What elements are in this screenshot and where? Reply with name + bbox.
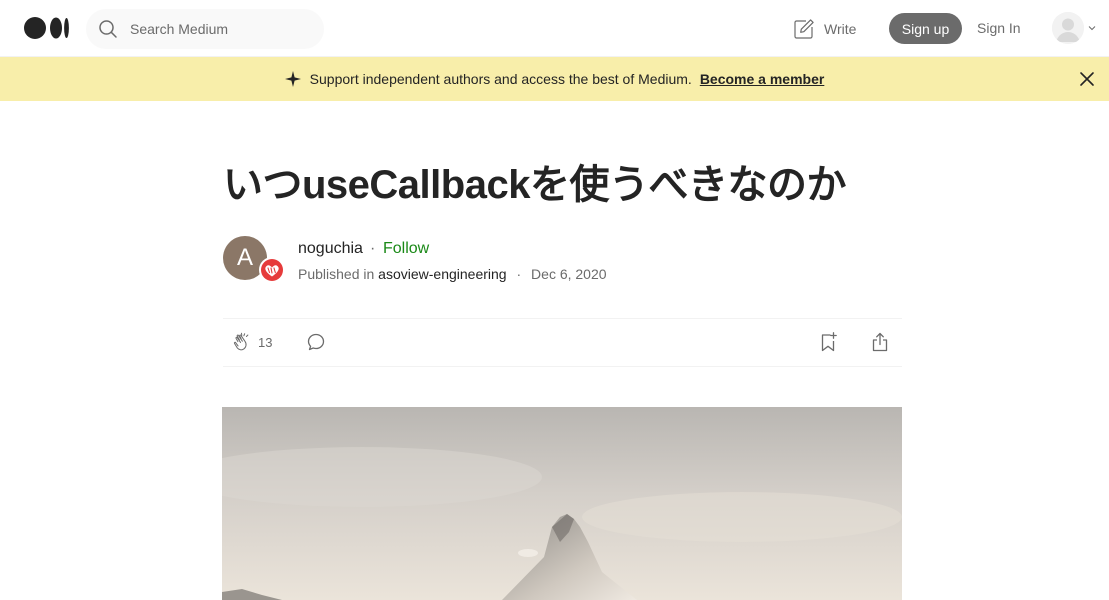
publication-badge-icon[interactable] xyxy=(259,257,285,283)
banner-text: Support independent authors and access t… xyxy=(309,71,692,87)
search-input[interactable] xyxy=(130,9,316,49)
publication-link[interactable]: asoview-engineering xyxy=(378,266,506,282)
user-avatar-icon xyxy=(1052,12,1084,44)
medium-logo[interactable] xyxy=(24,16,70,40)
user-menu[interactable] xyxy=(1052,12,1100,44)
membership-banner: Support independent authors and access t… xyxy=(0,57,1109,101)
sign-up-button[interactable]: Sign up xyxy=(889,13,962,44)
chevron-down-icon xyxy=(1088,26,1096,31)
clap-icon[interactable] xyxy=(231,331,253,353)
separator-dot: · xyxy=(516,266,522,282)
bookmark-add-icon[interactable] xyxy=(817,331,839,353)
article-action-bar: 13 xyxy=(223,318,902,367)
become-member-link[interactable]: Become a member xyxy=(700,71,825,87)
comment-icon[interactable] xyxy=(306,332,326,352)
published-info: Published in asoview-engineering · Dec 6… xyxy=(298,266,607,282)
article-title: いつuseCallbackを使うべきなのか xyxy=(223,163,846,207)
top-navigation: Write Sign up Sign In xyxy=(0,0,1109,57)
article-hero-image xyxy=(222,407,902,600)
published-in-label: Published in xyxy=(298,266,375,282)
sign-in-link[interactable]: Sign In xyxy=(977,20,1021,36)
write-button[interactable]: Write xyxy=(792,16,856,42)
search-bar[interactable] xyxy=(86,9,324,49)
search-icon xyxy=(99,20,117,38)
follow-button[interactable]: Follow xyxy=(383,240,429,258)
sparkle-icon xyxy=(284,71,301,87)
author-initial: A xyxy=(236,244,253,271)
separator-dot: · xyxy=(370,240,376,257)
write-icon xyxy=(794,19,814,39)
share-icon[interactable] xyxy=(869,331,891,353)
clap-count: 13 xyxy=(258,335,273,350)
publish-date: Dec 6, 2020 xyxy=(531,266,607,282)
author-name-link[interactable]: noguchia xyxy=(298,240,363,258)
close-icon[interactable] xyxy=(1078,70,1096,88)
write-label: Write xyxy=(824,21,857,37)
